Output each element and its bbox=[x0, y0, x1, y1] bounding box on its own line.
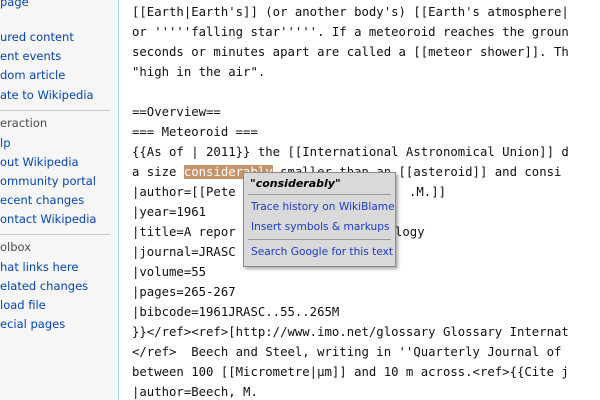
sidebar-link-donate[interactable]: ate to Wikipedia bbox=[0, 88, 94, 102]
editor-line: |author=Beech, M. bbox=[132, 385, 258, 399]
editor-line: |title=A repor bbox=[132, 225, 236, 239]
editor-line: |journal=JRASC bbox=[132, 245, 236, 259]
editor-line: |pages=265-267 bbox=[132, 285, 236, 299]
editor-line: between 100 [[Micrometre|µm]] and 10 m a… bbox=[132, 365, 569, 379]
editor-line: [[Earth|Earth's]] (or another body's) [[… bbox=[132, 5, 569, 19]
sidebar-link-related-changes[interactable]: elated changes bbox=[0, 279, 88, 293]
editor-line: |volume=55 bbox=[132, 265, 207, 279]
sidebar-divider bbox=[0, 110, 110, 111]
trace-history-wikiblame-item[interactable]: Trace history on WikiBlame bbox=[251, 201, 395, 213]
editor-line: </ref> Beech and Steel, writing in ''Qua… bbox=[132, 345, 562, 359]
sidebar: page ured content ent events dom article… bbox=[0, 0, 118, 400]
sidebar-link-special-pages[interactable]: ecial pages bbox=[0, 317, 65, 331]
sidebar-link-random-article[interactable]: dom article bbox=[0, 68, 65, 82]
editor-line: seconds or minutes apart are called a [[… bbox=[132, 45, 569, 59]
editor-line: |author=[[Pete bbox=[132, 185, 236, 199]
text-before-selection: a size bbox=[132, 165, 184, 179]
editor-line: |bibcode=1961JRASC..55..265M bbox=[132, 305, 340, 319]
editor-line: === Meteoroid === bbox=[132, 125, 258, 139]
popup-separator bbox=[248, 194, 391, 195]
sidebar-link-featured-content[interactable]: ured content bbox=[0, 30, 74, 44]
editor-line-tail: logy bbox=[395, 225, 425, 239]
sidebar-link-current-events[interactable]: ent events bbox=[0, 49, 61, 63]
popup-title: "considerably" bbox=[250, 177, 341, 190]
insert-symbols-markups-item[interactable]: Insert symbols & markups bbox=[251, 221, 389, 233]
sidebar-link-community-portal[interactable]: ommunity portal bbox=[0, 174, 96, 188]
sidebar-link-contact[interactable]: ontact Wikipedia bbox=[0, 212, 96, 226]
search-google-item[interactable]: Search Google for this text bbox=[251, 246, 393, 258]
editor-line: |year=1961 bbox=[132, 205, 207, 219]
sidebar-divider bbox=[0, 234, 110, 235]
editor-line: {{As of | 2011}} the [[International Ast… bbox=[132, 145, 569, 159]
context-popup-menu: "considerably" Trace history on WikiBlam… bbox=[243, 172, 396, 267]
editor-line: or '''''falling star'''''. If a meteoroi… bbox=[132, 25, 569, 39]
sidebar-link-recent-changes[interactable]: ecent changes bbox=[0, 193, 84, 207]
sidebar-link-upload-file[interactable]: load file bbox=[0, 298, 46, 312]
sidebar-link-what-links-here[interactable]: hat links here bbox=[0, 260, 78, 274]
sidebar-heading-toolbox: olbox bbox=[0, 240, 32, 254]
editor-line: ==Overview== bbox=[132, 105, 221, 119]
popup-separator bbox=[248, 239, 391, 240]
editor-line-tail: .M.]] bbox=[409, 185, 447, 199]
editor-line: "high in the air". bbox=[132, 65, 266, 79]
sidebar-heading-interaction: eraction bbox=[0, 116, 48, 130]
editor-line: }}</ref><ref>[http://www.imo.net/glossar… bbox=[132, 325, 569, 339]
sidebar-link-random-page[interactable]: page bbox=[0, 0, 29, 9]
sidebar-link-about[interactable]: out Wikipedia bbox=[0, 155, 79, 169]
sidebar-link-help[interactable]: lp bbox=[0, 136, 11, 150]
